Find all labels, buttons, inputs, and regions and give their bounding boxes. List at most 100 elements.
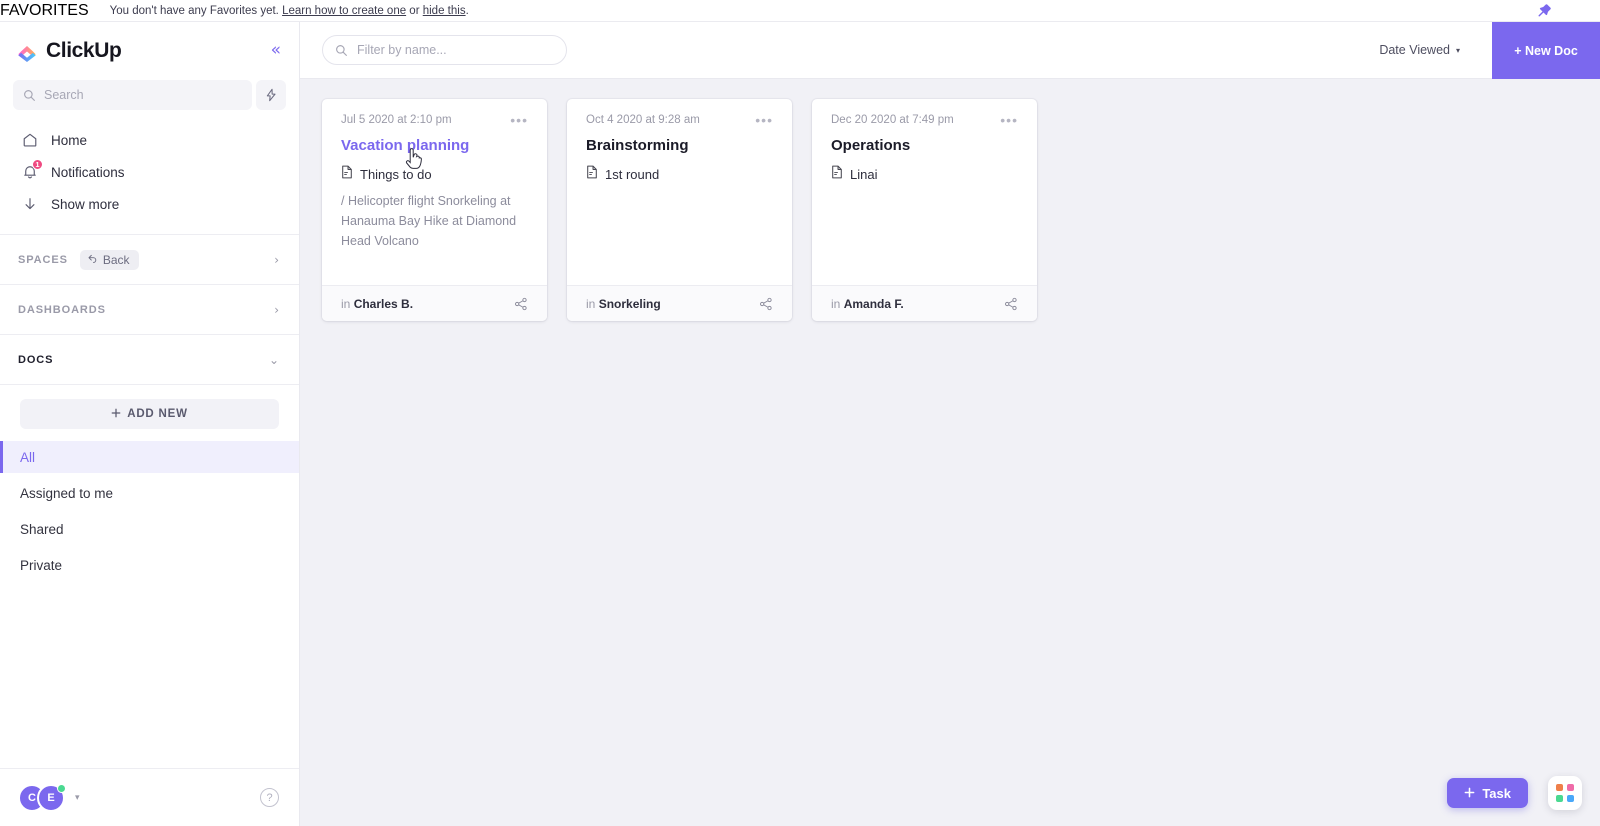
doc-card-location-name: Amanda F.: [843, 296, 904, 311]
docs-collapse-icon[interactable]: ⌄: [269, 353, 279, 367]
sidebar-header: ClickUp «: [0, 22, 299, 80]
share-icon[interactable]: [759, 297, 773, 311]
main-content: Filter by name... Date Viewed ▾ + New Do…: [300, 22, 1600, 826]
sidebar-item-private-label: Private: [20, 557, 63, 573]
doc-card-body: Oct 4 2020 at 9:28 am ••• Brainstorming …: [567, 99, 792, 285]
doc-card[interactable]: Dec 20 2020 at 7:49 pm ••• Operations Li…: [812, 99, 1037, 321]
arrow-down-icon: [21, 195, 39, 213]
doc-card-date: Jul 5 2020 at 2:10 pm: [341, 114, 452, 126]
doc-card-header: Jul 5 2020 at 2:10 pm •••: [341, 113, 528, 127]
doc-card-location-name: Snorkeling: [598, 296, 661, 311]
doc-card-date: Dec 20 2020 at 7:49 pm: [831, 114, 954, 126]
new-task-button[interactable]: Task: [1447, 778, 1528, 808]
spaces-expand-icon[interactable]: ›: [274, 253, 279, 267]
doc-card-location-prefix: in: [831, 296, 844, 311]
sidebar-item-show-more[interactable]: Show more: [13, 188, 286, 220]
avatar-group[interactable]: C E: [18, 783, 66, 812]
doc-card-location: in Snorkeling: [586, 297, 661, 311]
doc-card-header: Oct 4 2020 at 9:28 am •••: [586, 113, 773, 127]
share-icon[interactable]: [514, 297, 528, 311]
document-icon: [586, 165, 598, 184]
sidebar-item-notifications[interactable]: 1 Notifications: [13, 156, 286, 188]
chevron-down-icon: ▾: [1455, 45, 1460, 55]
doc-card[interactable]: Jul 5 2020 at 2:10 pm ••• Vacation plann…: [322, 99, 547, 321]
doc-card-body: Dec 20 2020 at 7:49 pm ••• Operations Li…: [812, 99, 1037, 285]
sidebar-item-shared[interactable]: Shared: [0, 513, 299, 545]
sidebar-item-show-more-label: Show more: [51, 196, 120, 212]
ellipsis-icon[interactable]: •••: [1000, 113, 1018, 127]
plus-icon: [111, 408, 121, 421]
sidebar-item-assigned-to-me-label: Assigned to me: [20, 485, 114, 501]
doc-card-page-name: 1st round: [605, 167, 660, 183]
app-grid-cell: [1567, 784, 1574, 791]
collapse-sidebar-icon[interactable]: «: [271, 42, 281, 59]
sidebar-item-home-label: Home: [51, 132, 88, 148]
dashboards-expand-icon[interactable]: ›: [274, 303, 279, 317]
app-grid-icon[interactable]: [1548, 776, 1582, 810]
doc-card-location-prefix: in: [341, 296, 354, 311]
learn-how-link[interactable]: Learn how to create one: [282, 5, 406, 17]
sidebar-section-docs[interactable]: DOCS ⌄: [0, 335, 299, 385]
pin-icon[interactable]: [1536, 3, 1552, 19]
app-grid-cell: [1556, 795, 1563, 802]
hide-this-link[interactable]: hide this: [423, 5, 466, 17]
docs-toolbar: Filter by name... Date Viewed ▾ + New Do…: [300, 22, 1600, 79]
presence-indicator: [57, 783, 66, 793]
filter-placeholder: Filter by name...: [357, 43, 447, 57]
sidebar: ClickUp « Search Home 1 Notifications Sh…: [0, 22, 300, 826]
spaces-back-label: Back: [102, 252, 130, 267]
search-placeholder: Search: [44, 88, 84, 102]
favorites-message: You don't have any Favorites yet. Learn …: [110, 5, 469, 17]
sort-label: Date Viewed: [1379, 43, 1450, 57]
search-input[interactable]: Search: [13, 80, 252, 110]
search-icon: [335, 44, 348, 57]
filter-by-name-input[interactable]: Filter by name...: [322, 35, 567, 65]
search-icon: [23, 89, 36, 102]
bell-icon: 1: [21, 159, 43, 181]
back-arrow-icon: [87, 253, 98, 267]
sidebar-item-home[interactable]: Home: [13, 124, 286, 156]
favorites-message-or: or: [406, 4, 423, 17]
doc-card-title[interactable]: Brainstorming: [586, 137, 773, 154]
doc-card-page-name: Things to do: [360, 167, 432, 183]
new-doc-button[interactable]: + New Doc: [1492, 22, 1600, 79]
clickup-logo-icon: [16, 40, 38, 62]
doc-card-page[interactable]: Linai: [831, 165, 1018, 184]
doc-card-location-name: Charles B.: [353, 296, 414, 311]
favorites-label: FAVORITES: [0, 1, 89, 19]
document-icon: [831, 165, 843, 184]
lightning-bolt-icon[interactable]: [256, 80, 286, 110]
sidebar-item-private[interactable]: Private: [0, 549, 299, 581]
ellipsis-icon[interactable]: •••: [755, 113, 773, 127]
doc-card-location: in Charles B.: [341, 297, 413, 311]
plus-icon: [1464, 786, 1475, 801]
doc-card-footer: in Amanda F.: [812, 285, 1037, 321]
question-mark-icon[interactable]: ?: [260, 788, 279, 807]
sidebar-item-assigned-to-me[interactable]: Assigned to me: [0, 477, 299, 509]
sidebar-section-dashboards-label: DASHBOARDS: [18, 303, 106, 316]
app-grid-cell: [1567, 795, 1574, 802]
add-new-doc-button[interactable]: ADD NEW: [20, 399, 279, 429]
clickup-wordmark: ClickUp: [46, 39, 122, 62]
sidebar-item-all[interactable]: All: [0, 441, 299, 473]
doc-card-body: Jul 5 2020 at 2:10 pm ••• Vacation plann…: [322, 99, 547, 285]
docs-card-grid: Jul 5 2020 at 2:10 pm ••• Vacation plann…: [300, 79, 1600, 341]
sidebar-search-row: Search: [0, 80, 299, 110]
sort-dropdown[interactable]: Date Viewed ▾: [1379, 43, 1460, 57]
doc-card-title[interactable]: Vacation planning: [341, 137, 528, 154]
doc-card-footer: in Charles B.: [322, 285, 547, 321]
sidebar-section-dashboards[interactable]: DASHBOARDS ›: [0, 285, 299, 335]
doc-card-snippet: / Helicopter flight Snorkeling at Hanaum…: [341, 194, 517, 249]
spaces-back-button[interactable]: Back: [79, 249, 139, 270]
doc-card-page[interactable]: 1st round: [586, 165, 773, 184]
doc-card-page[interactable]: Things to do: [341, 165, 528, 184]
sidebar-nav: Home 1 Notifications Show more: [0, 124, 299, 235]
ellipsis-icon[interactable]: •••: [510, 113, 528, 127]
new-task-label: Task: [1482, 785, 1511, 801]
share-icon[interactable]: [1004, 297, 1018, 311]
doc-card-title[interactable]: Operations: [831, 137, 1018, 154]
account-menu-caret-icon[interactable]: ▾: [75, 793, 80, 803]
doc-card[interactable]: Oct 4 2020 at 9:28 am ••• Brainstorming …: [567, 99, 792, 321]
sidebar-section-spaces[interactable]: SPACES Back ›: [0, 235, 299, 285]
